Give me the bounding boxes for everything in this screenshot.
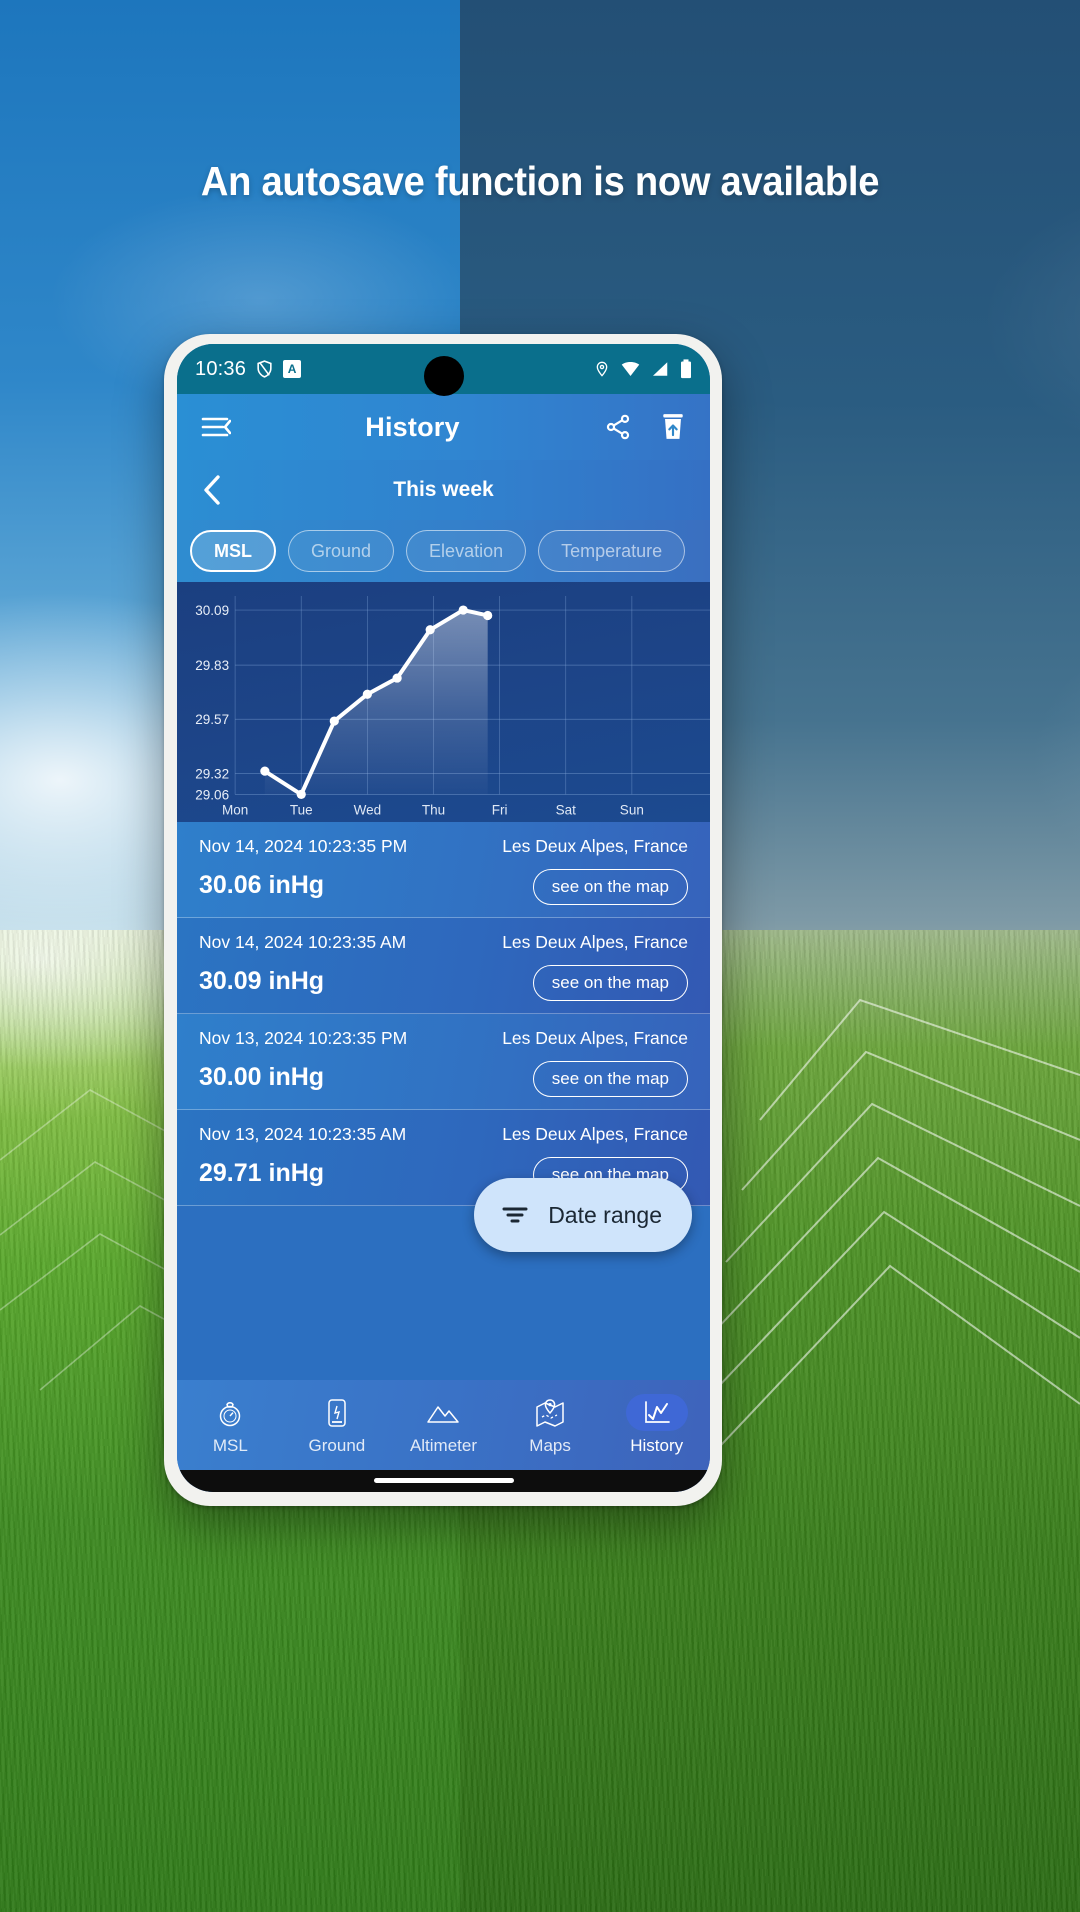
cellular-signal-icon [653,362,668,376]
date-range-label: Date range [548,1201,662,1228]
row-left: Nov 14, 2024 10:23:35 AM 30.09 inHg [199,932,488,1013]
promo-headline: An autosave function is now available [200,158,880,204]
nav-icon-box [625,1394,688,1431]
chart-ytick-4: 29.06 [195,787,229,802]
row-location: Les Deux Alpes, France [502,1028,688,1049]
chip-ground[interactable]: Ground [288,530,395,572]
chart-xtick-mon: Mon [222,802,248,817]
row-timestamp: Nov 13, 2024 10:23:35 PM [199,1028,408,1049]
gesture-navigation-bar[interactable] [177,1470,710,1492]
status-bar-right [594,359,692,379]
chart-xtick-tue: Tue [290,802,313,817]
chip-msl[interactable]: MSL [190,530,276,572]
table-row[interactable]: Nov 14, 2024 10:23:35 AM 30.09 inHg Les … [177,918,710,1015]
row-left: Nov 14, 2024 10:23:35 PM 30.06 inHg [199,836,488,917]
row-timestamp: Nov 13, 2024 10:23:35 AM [199,1124,407,1145]
chart-point [458,605,468,615]
chart-xtick-sun: Sun [620,802,644,817]
status-bar-clock: 10:36 [195,357,247,380]
row-timestamp: Nov 14, 2024 10:23:35 PM [199,836,408,857]
row-pressure: 30.00 inHg [199,1063,325,1092]
phone-frame: 10:36 A History This week MSL Ground Ele… [164,334,722,1506]
chart-xtick-sat: Sat [556,802,577,817]
mountain-icon [427,1405,460,1423]
chart-point [392,673,402,683]
date-range-fab[interactable]: Date range [474,1178,692,1252]
assistant-badge-icon: A [283,360,302,378]
table-row[interactable]: Nov 13, 2024 10:23:35 PM 30.00 inHg Les … [177,1014,710,1111]
shield-icon [257,360,272,378]
camera-punch-hole [423,356,464,396]
row-pressure: 30.09 inHg [199,967,325,996]
nav-label: Ground [308,1436,366,1455]
row-left: Nov 13, 2024 10:23:35 PM 30.00 inHg [199,1028,488,1109]
nav-label: Maps [529,1436,571,1455]
chart-canvas: 30.09 29.83 29.57 29.32 29.06 Mon Tue We… [195,596,710,817]
status-bar-left: 10:36 A [195,357,302,381]
chart-point [483,610,493,621]
week-selector-label: This week [393,478,494,501]
pressure-history-chart[interactable]: 30.09 29.83 29.57 29.32 29.06 Mon Tue We… [177,582,710,823]
app-bar-actions [604,413,686,441]
row-location: Les Deux Alpes, France [502,836,688,857]
nav-item-ground[interactable]: Ground [284,1394,391,1456]
chart-xtick-thu: Thu [422,802,445,817]
chart-ytick-3: 29.32 [195,766,229,781]
nav-icon-box [519,1394,581,1431]
nav-label: Altimeter [409,1436,478,1455]
see-on-the-map-button[interactable]: see on the map [532,965,688,1002]
row-pressure: 29.71 inHg [199,1159,325,1188]
week-selector: This week [177,460,710,520]
chart-ytick-1: 29.83 [195,658,229,673]
share-icon[interactable] [604,413,632,441]
nav-label: MSL [212,1436,248,1455]
row-location: Les Deux Alpes, France [502,1124,688,1145]
chip-elevation[interactable]: Elevation [406,530,527,572]
nav-item-history[interactable]: History [603,1394,710,1456]
delete-archive-icon[interactable] [660,413,686,441]
status-bar: 10:36 A [177,344,710,396]
chart-xtick-wed: Wed [354,802,382,817]
chart-xtick-fri: Fri [492,802,508,817]
metric-chip-row: MSL Ground Elevation Temperature [177,520,710,582]
see-on-the-map-button[interactable]: see on the map [532,869,688,906]
gauge-icon [220,1401,241,1426]
nav-item-altimeter[interactable]: Altimeter [390,1394,497,1456]
nav-item-maps[interactable]: Maps [497,1394,604,1456]
chart-point [260,766,270,776]
row-location: Les Deux Alpes, France [502,932,688,953]
nav-icon-box [412,1394,474,1431]
row-right: Les Deux Alpes, France see on the map [488,836,688,917]
chart-area-fill [264,610,488,795]
chart-point [296,789,306,799]
nav-label: History [630,1436,684,1455]
map-pin-icon [536,1398,564,1427]
app-bar: History [177,394,710,460]
row-right: Les Deux Alpes, France see on the map [488,1028,688,1109]
nav-icon-box [306,1394,368,1431]
chart-ytick-2: 29.57 [195,712,229,727]
page-title: History [365,411,460,442]
location-pin-icon [596,361,608,377]
row-left: Nov 13, 2024 10:23:35 AM 29.71 inHg [199,1124,488,1205]
phone-screen: 10:36 A History This week MSL Ground Ele… [177,344,710,1492]
row-pressure: 30.06 inHg [199,871,325,900]
phone-pressure-icon [328,1398,346,1427]
battery-icon [681,359,691,379]
row-right: Les Deux Alpes, France see on the map [488,932,688,1013]
filter-icon [502,1207,528,1223]
nav-item-msl[interactable]: MSL [177,1394,284,1456]
row-timestamp: Nov 14, 2024 10:23:35 AM [199,932,407,953]
chart-point [425,625,435,635]
table-row[interactable]: Nov 14, 2024 10:23:35 PM 30.06 inHg Les … [177,822,710,919]
chip-temperature[interactable]: Temperature [538,530,686,572]
wifi-icon [621,362,640,376]
chart-point [329,716,339,726]
chart-line-icon [644,1400,670,1423]
see-on-the-map-button[interactable]: see on the map [532,1061,688,1098]
chart-ytick-0: 30.09 [195,603,229,618]
chart-point [362,689,372,699]
nav-icon-box [199,1394,261,1431]
history-list[interactable]: Nov 14, 2024 10:23:35 PM 30.06 inHg Les … [177,822,710,1380]
